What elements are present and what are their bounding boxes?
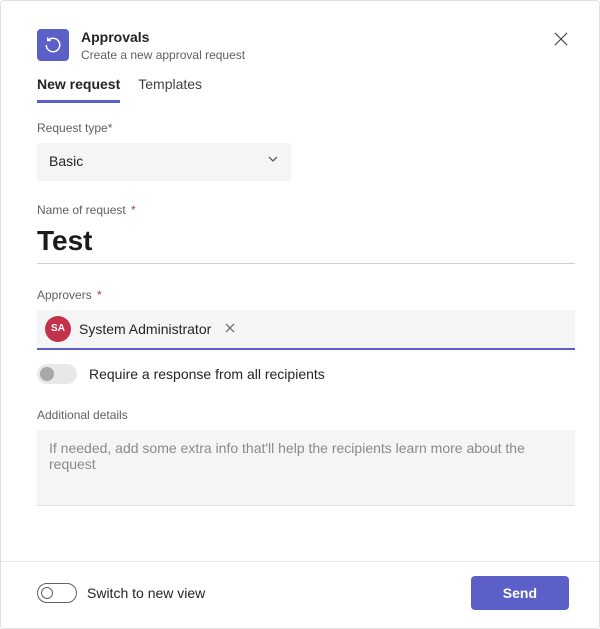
request-type-select[interactable]: Basic xyxy=(37,143,291,181)
toggle-knob xyxy=(40,367,54,381)
send-button[interactable]: Send xyxy=(471,576,569,610)
tab-new-request[interactable]: New request xyxy=(37,76,120,103)
name-of-request-input[interactable] xyxy=(37,225,575,257)
require-response-label: Require a response from all recipients xyxy=(89,366,325,382)
switch-view-label: Switch to new view xyxy=(87,585,205,601)
dialog-header: Approvals Create a new approval request xyxy=(1,1,599,72)
tab-templates[interactable]: Templates xyxy=(138,76,202,103)
approver-chip: SA System Administrator xyxy=(45,316,235,342)
remove-approver-button[interactable] xyxy=(225,321,235,336)
chevron-down-icon xyxy=(267,152,279,170)
approver-chip-label: System Administrator xyxy=(79,321,211,337)
close-button[interactable] xyxy=(549,27,573,51)
approvers-input[interactable]: SA System Administrator xyxy=(37,310,575,350)
name-of-request-label: Name of request * xyxy=(37,203,575,217)
app-subtitle: Create a new approval request xyxy=(81,48,569,62)
request-type-value: Basic xyxy=(49,153,83,169)
approvals-app-icon xyxy=(37,29,69,61)
additional-details-label: Additional details xyxy=(37,408,575,422)
close-icon xyxy=(225,323,235,333)
require-response-toggle[interactable] xyxy=(37,364,77,384)
switch-view-row: Switch to new view xyxy=(37,583,205,603)
app-title: Approvals xyxy=(81,29,569,46)
approvals-dialog: Approvals Create a new approval request … xyxy=(1,1,599,628)
toggle-knob xyxy=(41,587,53,599)
tabs: New request Templates xyxy=(1,72,599,103)
header-text: Approvals Create a new approval request xyxy=(81,29,569,62)
close-icon xyxy=(554,32,568,46)
request-type-label: Request type* xyxy=(37,121,575,135)
additional-details-input[interactable] xyxy=(37,430,575,506)
form-scroll-area[interactable]: Request type* Basic Name of request * Ap… xyxy=(1,103,599,561)
dialog-footer: Switch to new view Send xyxy=(1,561,599,628)
approvers-label: Approvers * xyxy=(37,288,575,302)
switch-view-toggle[interactable] xyxy=(37,583,77,603)
name-input-wrap xyxy=(37,225,575,264)
avatar: SA xyxy=(45,316,71,342)
require-response-row: Require a response from all recipients xyxy=(37,364,575,384)
